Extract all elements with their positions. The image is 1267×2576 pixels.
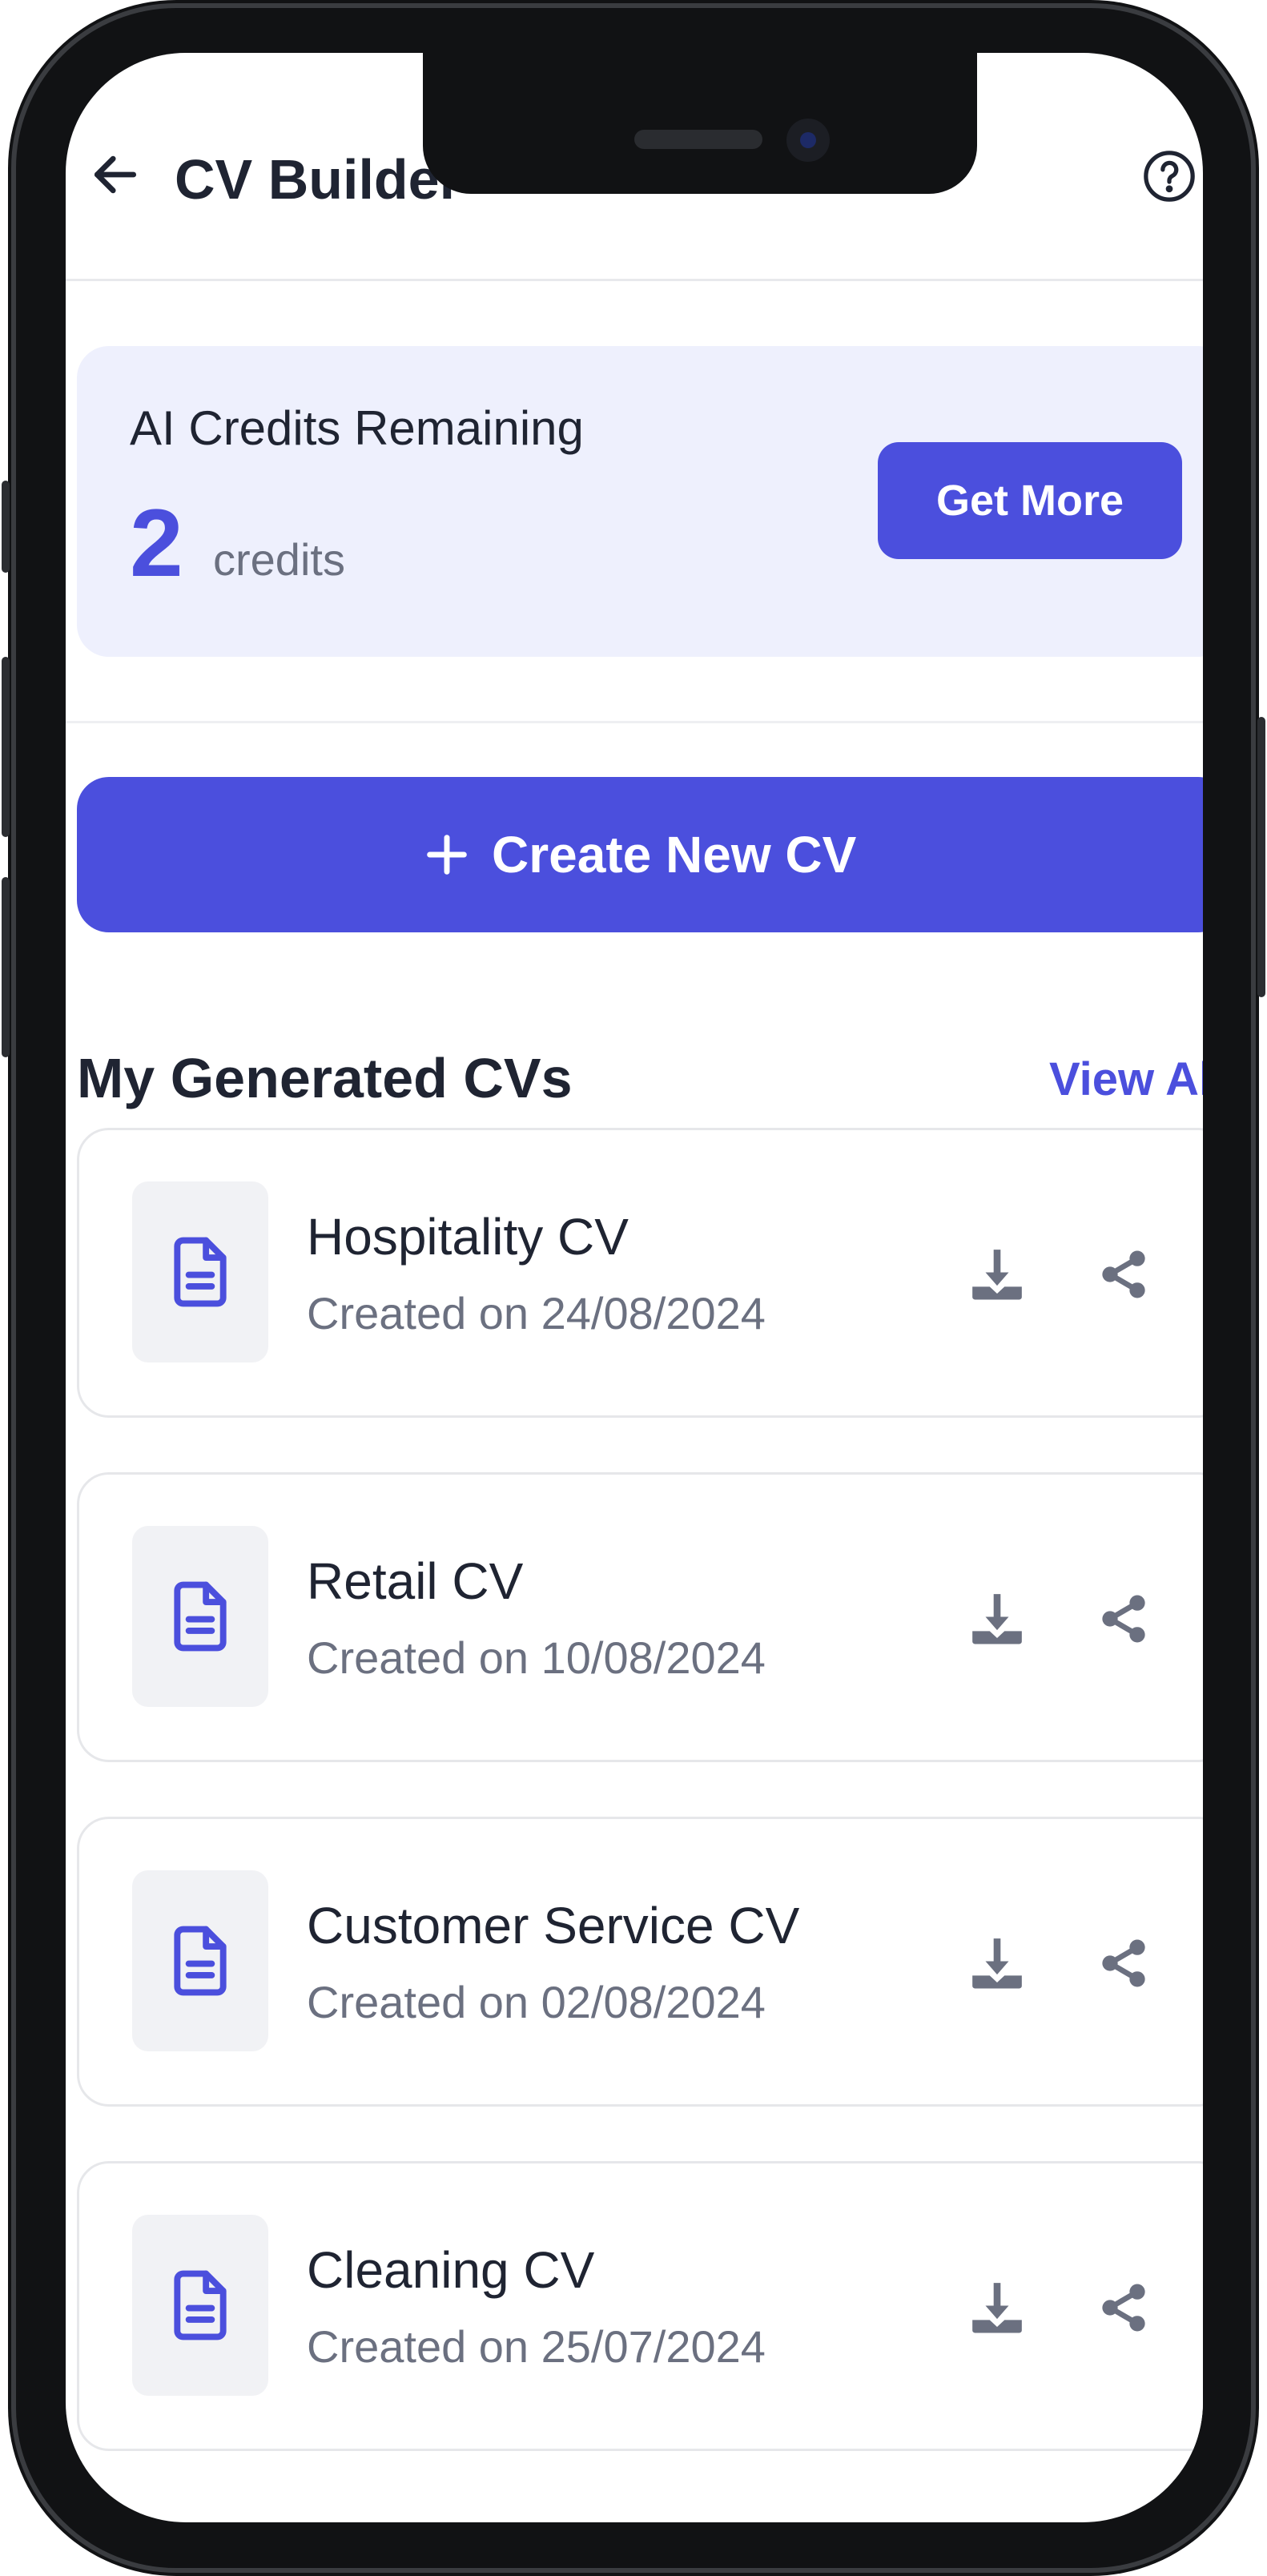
share-button[interactable] bbox=[1084, 1579, 1164, 1659]
cv-title: Cleaning CV bbox=[307, 2241, 595, 2299]
document-tile bbox=[132, 1870, 268, 2051]
speaker-grille bbox=[634, 130, 762, 149]
question-circle-icon bbox=[1144, 151, 1195, 202]
download-button[interactable] bbox=[957, 1579, 1037, 1659]
back-button[interactable] bbox=[83, 143, 147, 207]
share-icon bbox=[1102, 1595, 1145, 1643]
side-button-right bbox=[1257, 717, 1265, 997]
cv-created-date: Created on 24/08/2024 bbox=[307, 1288, 766, 1338]
download-button[interactable] bbox=[957, 1923, 1037, 2003]
share-button[interactable] bbox=[1084, 1234, 1164, 1314]
cv-card[interactable]: Cleaning CV Created on 25/07/2024 bbox=[77, 2161, 1203, 2451]
credits-card: AI Credits Remaining 2 credits Get More bbox=[77, 346, 1203, 657]
share-icon bbox=[1102, 1250, 1145, 1298]
cv-created-date: Created on 02/08/2024 bbox=[307, 1977, 766, 2027]
cv-title: Retail CV bbox=[307, 1552, 524, 1610]
credits-label: AI Credits Remaining bbox=[130, 401, 584, 455]
document-icon bbox=[174, 1237, 227, 1307]
plus-icon bbox=[427, 835, 467, 875]
document-tile bbox=[132, 1526, 268, 1707]
section-title: My Generated CVs bbox=[77, 1047, 573, 1109]
credits-unit: credits bbox=[213, 534, 345, 585]
document-icon bbox=[174, 2270, 227, 2341]
download-icon bbox=[972, 2283, 1022, 2333]
page-title: CV Builder bbox=[175, 148, 461, 211]
credits-count: 2 bbox=[130, 489, 183, 597]
cv-title: Hospitality CV bbox=[307, 1208, 629, 1266]
create-new-cv-label: Create New CV bbox=[492, 826, 857, 883]
download-icon bbox=[972, 1594, 1022, 1644]
help-button[interactable] bbox=[1139, 146, 1200, 207]
share-button[interactable] bbox=[1084, 1923, 1164, 2003]
share-icon bbox=[1102, 1939, 1145, 1987]
side-button-left bbox=[2, 657, 10, 837]
cv-title: Customer Service CV bbox=[307, 1897, 800, 1954]
document-icon bbox=[174, 1926, 227, 1996]
view-all-link[interactable]: View All bbox=[1049, 1053, 1203, 1106]
document-tile bbox=[132, 1181, 268, 1362]
side-button-left bbox=[2, 877, 10, 1057]
phone-notch bbox=[423, 53, 977, 194]
app-screen: CV Builder AI Credits Remaining 2 credit… bbox=[66, 53, 1203, 2522]
arrow-left-icon bbox=[94, 155, 137, 194]
cv-card[interactable]: Hospitality CV Created on 24/08/2024 bbox=[77, 1128, 1203, 1418]
download-icon bbox=[972, 1250, 1022, 1300]
create-new-cv-button[interactable]: Create New CV bbox=[77, 777, 1203, 932]
front-camera bbox=[786, 119, 830, 162]
download-icon bbox=[972, 1938, 1022, 1989]
share-icon bbox=[1102, 2284, 1145, 2332]
document-tile bbox=[132, 2215, 268, 2396]
download-button[interactable] bbox=[957, 2268, 1037, 2348]
section-divider bbox=[66, 721, 1203, 723]
cv-created-date: Created on 25/07/2024 bbox=[307, 2321, 766, 2372]
document-icon bbox=[174, 1581, 227, 1652]
get-more-button[interactable]: Get More bbox=[878, 442, 1182, 559]
side-button-left bbox=[2, 481, 10, 573]
cv-card[interactable]: Customer Service CV Created on 02/08/202… bbox=[77, 1817, 1203, 2107]
download-button[interactable] bbox=[957, 1234, 1037, 1314]
cv-card[interactable]: Retail CV Created on 10/08/2024 bbox=[77, 1472, 1203, 1762]
share-button[interactable] bbox=[1084, 2268, 1164, 2348]
cv-created-date: Created on 10/08/2024 bbox=[307, 1632, 766, 1683]
